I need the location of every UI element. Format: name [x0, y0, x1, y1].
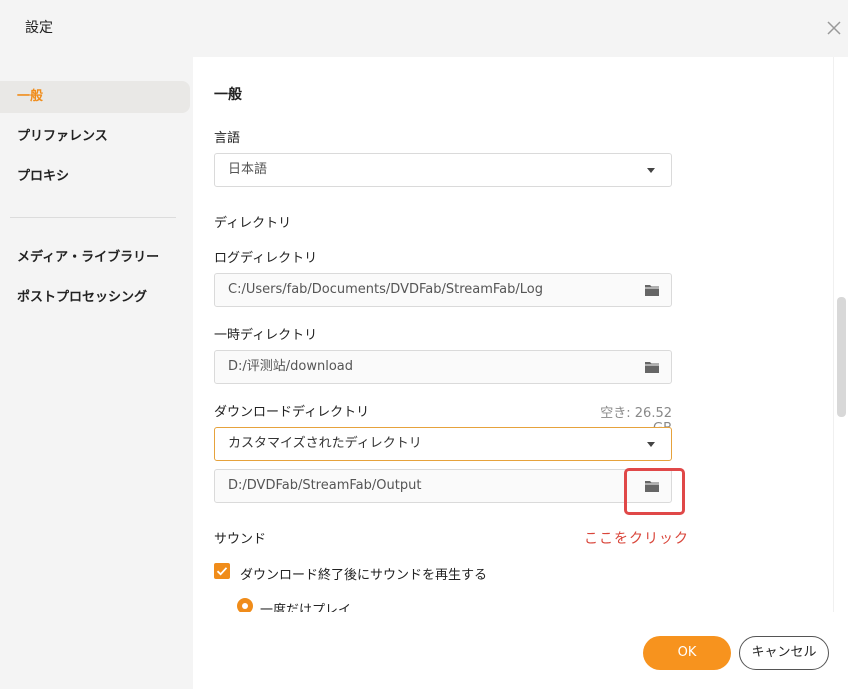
download-dir-path-field[interactable]: D:/DVDFab/StreamFab/Output: [214, 469, 672, 503]
directory-section-title: ディレクトリ: [214, 216, 292, 231]
download-dir-mode-value: カスタマイズされたディレクトリ: [228, 436, 422, 451]
log-dir-field[interactable]: C:/Users/fab/Documents/DVDFab/StreamFab/…: [214, 273, 672, 307]
close-icon[interactable]: [822, 16, 846, 40]
scrollbar-thumb[interactable]: [837, 297, 846, 417]
window-title: 設定: [25, 20, 53, 36]
language-value: 日本語: [228, 162, 268, 177]
sound-section-title: サウンド: [214, 532, 267, 547]
chevron-down-icon: [647, 168, 655, 173]
download-dir-mode-select[interactable]: カスタマイズされたディレクトリ: [214, 427, 672, 461]
scrollbar[interactable]: [833, 57, 848, 612]
settings-panel: 一般 言語 日本語 ディレクトリ ログディレクトリ C:/Users/fab/D…: [193, 57, 848, 612]
language-label: 言語: [214, 131, 241, 146]
folder-icon[interactable]: [645, 361, 659, 373]
folder-icon[interactable]: [645, 284, 659, 296]
sidebar-item-post-processing[interactable]: ポストプロセッシング: [0, 282, 190, 314]
sidebar-item-proxy[interactable]: プロキシ: [0, 161, 190, 193]
sidebar-divider: [10, 217, 176, 218]
title-bar: 設定: [0, 0, 848, 57]
log-dir-label: ログディレクトリ: [214, 251, 318, 266]
temp-dir-field[interactable]: D:/评测站/download: [214, 350, 672, 384]
play-once-label: 一度だけプレイ: [260, 603, 352, 612]
cancel-button[interactable]: キャンセル: [739, 636, 829, 670]
chevron-down-icon: [647, 442, 655, 447]
check-icon: [216, 567, 228, 576]
sidebar-item-media-library[interactable]: メディア・ライブラリー: [0, 242, 190, 274]
temp-dir-label: 一時ディレクトリ: [214, 328, 318, 343]
annotation-text: ここをクリック: [584, 531, 689, 547]
play-once-radio[interactable]: [237, 598, 253, 612]
sidebar-item-preferences[interactable]: プリファレンス: [0, 121, 190, 153]
temp-dir-value: D:/评测站/download: [228, 359, 354, 374]
annotation-highlight-box: [624, 468, 685, 515]
play-sound-checkbox[interactable]: [214, 563, 230, 579]
page-title: 一般: [214, 87, 242, 103]
play-sound-label: ダウンロード終了後にサウンドを再生する: [240, 568, 488, 583]
sidebar-item-general[interactable]: 一般: [0, 81, 190, 113]
language-select[interactable]: 日本語: [214, 153, 672, 187]
ok-button[interactable]: OK: [643, 636, 731, 670]
download-dir-label: ダウンロードディレクトリ: [214, 405, 370, 420]
log-dir-value: C:/Users/fab/Documents/DVDFab/StreamFab/…: [228, 282, 544, 297]
download-dir-path-value: D:/DVDFab/StreamFab/Output: [228, 478, 422, 493]
sidebar: 一般 プリファレンス プロキシ メディア・ライブラリー ポストプロセッシング: [0, 57, 193, 689]
dialog-footer: OK キャンセル: [193, 612, 848, 689]
